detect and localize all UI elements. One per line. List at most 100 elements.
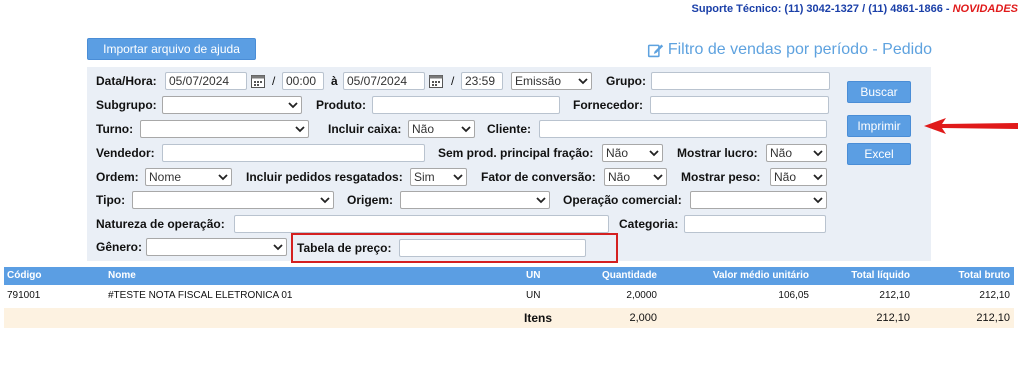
chevron-down-icon: [218, 174, 228, 181]
chevron-down-icon: [813, 150, 823, 157]
ate-label: à: [331, 74, 338, 88]
vendedor-input[interactable]: [162, 144, 425, 162]
col-nome[interactable]: Nome: [108, 267, 136, 285]
tipo-select[interactable]: [132, 191, 334, 209]
incluir-resgatados-value: Sim: [414, 170, 435, 184]
totals-total-liquido: 212,10: [876, 312, 910, 324]
buscar-button[interactable]: Buscar: [847, 81, 911, 103]
incluir-caixa-select[interactable]: Não: [408, 120, 475, 138]
time-from-input[interactable]: 00:00: [282, 72, 324, 90]
origem-select[interactable]: [400, 191, 550, 209]
date-from-input[interactable]: 05/07/2024: [165, 72, 247, 90]
time-separator-1: /: [272, 74, 276, 88]
fornecedor-input[interactable]: [650, 96, 829, 114]
operacao-comercial-label: Operação comercial:: [563, 193, 682, 207]
vendedor-label: Vendedor:: [96, 146, 155, 160]
novidades-link[interactable]: NOVIDADES: [953, 3, 1018, 15]
cell-total-bruto: 212,10: [979, 290, 1010, 301]
cell-codigo: 791001: [7, 290, 41, 301]
fator-conversao-label: Fator de conversão:: [481, 170, 596, 184]
calendar-icon[interactable]: [251, 74, 265, 88]
chevron-down-icon: [295, 126, 305, 133]
natureza-operacao-label: Natureza de operação:: [96, 217, 225, 231]
genero-label: Gênero:: [96, 240, 143, 254]
chevron-down-icon: [453, 174, 463, 181]
natureza-operacao-input[interactable]: [234, 215, 609, 233]
chevron-down-icon: [813, 174, 823, 181]
cell-quantidade: 2,0000: [626, 290, 657, 301]
mostrar-peso-select[interactable]: Não: [770, 168, 827, 186]
sem-prod-label: Sem prod. principal fração:: [438, 146, 594, 160]
totals-row: Itens 2,000 212,10 212,10: [4, 308, 1014, 328]
mostrar-lucro-select[interactable]: Não: [766, 144, 827, 162]
produto-label: Produto:: [316, 98, 366, 112]
edit-icon: [647, 44, 663, 57]
incluir-resgatados-select[interactable]: Sim: [410, 168, 467, 186]
calendar-icon[interactable]: [429, 74, 443, 88]
table-row[interactable]: 791001 #TESTE NOTA FISCAL ELETRONICA 01 …: [4, 287, 1014, 305]
totals-label: Itens: [524, 311, 553, 325]
totals-total-bruto: 212,10: [976, 312, 1010, 324]
ordem-value: Nome: [149, 170, 182, 184]
categoria-input[interactable]: [684, 215, 826, 233]
incluir-caixa-label: Incluir caixa:: [328, 122, 402, 136]
col-total-bruto[interactable]: Total bruto: [914, 267, 1010, 285]
operacao-comercial-select[interactable]: [690, 191, 827, 209]
page-title: Filtro de vendas por período - Pedido: [647, 41, 932, 59]
cliente-input[interactable]: [539, 120, 827, 138]
produto-input[interactable]: [372, 96, 560, 114]
grupo-input[interactable]: [651, 72, 830, 90]
tipo-label: Tipo:: [96, 193, 126, 207]
chevron-down-icon: [320, 197, 330, 204]
chevron-down-icon: [273, 244, 283, 251]
cell-un: UN: [526, 290, 541, 301]
sem-prod-select[interactable]: Não: [602, 144, 663, 162]
arrow-left-annotation: [924, 118, 1018, 134]
categoria-label: Categoria:: [619, 217, 679, 231]
date-to-input[interactable]: 05/07/2024: [343, 72, 425, 90]
import-help-button[interactable]: Importar arquivo de ajuda: [87, 38, 256, 60]
table-header: Código Nome UN Quantidade Valor médio un…: [4, 267, 1014, 285]
mostrar-peso-label: Mostrar peso:: [681, 170, 761, 184]
fornecedor-label: Fornecedor:: [573, 98, 644, 112]
incluir-caixa-value: Não: [412, 122, 435, 136]
col-total-liquido[interactable]: Total líquido: [814, 267, 910, 285]
ordem-select[interactable]: Nome: [145, 168, 232, 186]
chevron-down-icon: [649, 150, 659, 157]
excel-button[interactable]: Excel: [847, 143, 911, 165]
cell-valor-medio: 106,05: [778, 290, 809, 301]
support-label: Suporte Técnico: (11) 3042-1327 / (11) 4…: [691, 3, 953, 15]
mostrar-peso-value: Não: [774, 170, 797, 184]
turno-label: Turno:: [96, 122, 134, 136]
col-valor-medio[interactable]: Valor médio unitário: [664, 267, 809, 285]
incluir-resgatados-label: Incluir pedidos resgatados:: [246, 170, 403, 184]
cell-nome: #TESTE NOTA FISCAL ELETRONICA 01: [108, 290, 293, 301]
chevron-down-icon: [578, 78, 588, 85]
mostrar-lucro-value: Não: [770, 146, 793, 160]
totals-quantidade: 2,000: [629, 312, 657, 324]
chevron-down-icon: [536, 197, 546, 204]
cliente-label: Cliente:: [487, 122, 532, 136]
chevron-down-icon: [813, 197, 823, 204]
page-title-text: Filtro de vendas por período - Pedido: [667, 41, 932, 58]
support-info: Suporte Técnico: (11) 3042-1327 / (11) 4…: [692, 3, 1018, 15]
chevron-down-icon: [288, 102, 298, 109]
date-type-value: Emissão: [515, 74, 562, 88]
data-hora-label: Data/Hora:: [96, 74, 157, 88]
col-un[interactable]: UN: [526, 267, 540, 285]
mostrar-lucro-label: Mostrar lucro:: [677, 146, 758, 160]
time-separator-2: /: [451, 74, 455, 88]
imprimir-button[interactable]: Imprimir: [847, 115, 911, 137]
fator-conversao-select[interactable]: Não: [604, 168, 667, 186]
time-to-input[interactable]: 23:59: [461, 72, 503, 90]
subgrupo-select[interactable]: [162, 96, 302, 114]
origem-label: Origem:: [347, 193, 394, 207]
genero-select[interactable]: [146, 238, 287, 256]
cell-total-liquido: 212,10: [879, 290, 910, 301]
turno-select[interactable]: [140, 120, 309, 138]
chevron-down-icon: [653, 174, 663, 181]
col-quantidade[interactable]: Quantidade: [564, 267, 657, 285]
subgrupo-label: Subgrupo:: [96, 98, 157, 112]
col-codigo[interactable]: Código: [7, 267, 41, 285]
date-type-select[interactable]: Emissão: [511, 72, 592, 90]
